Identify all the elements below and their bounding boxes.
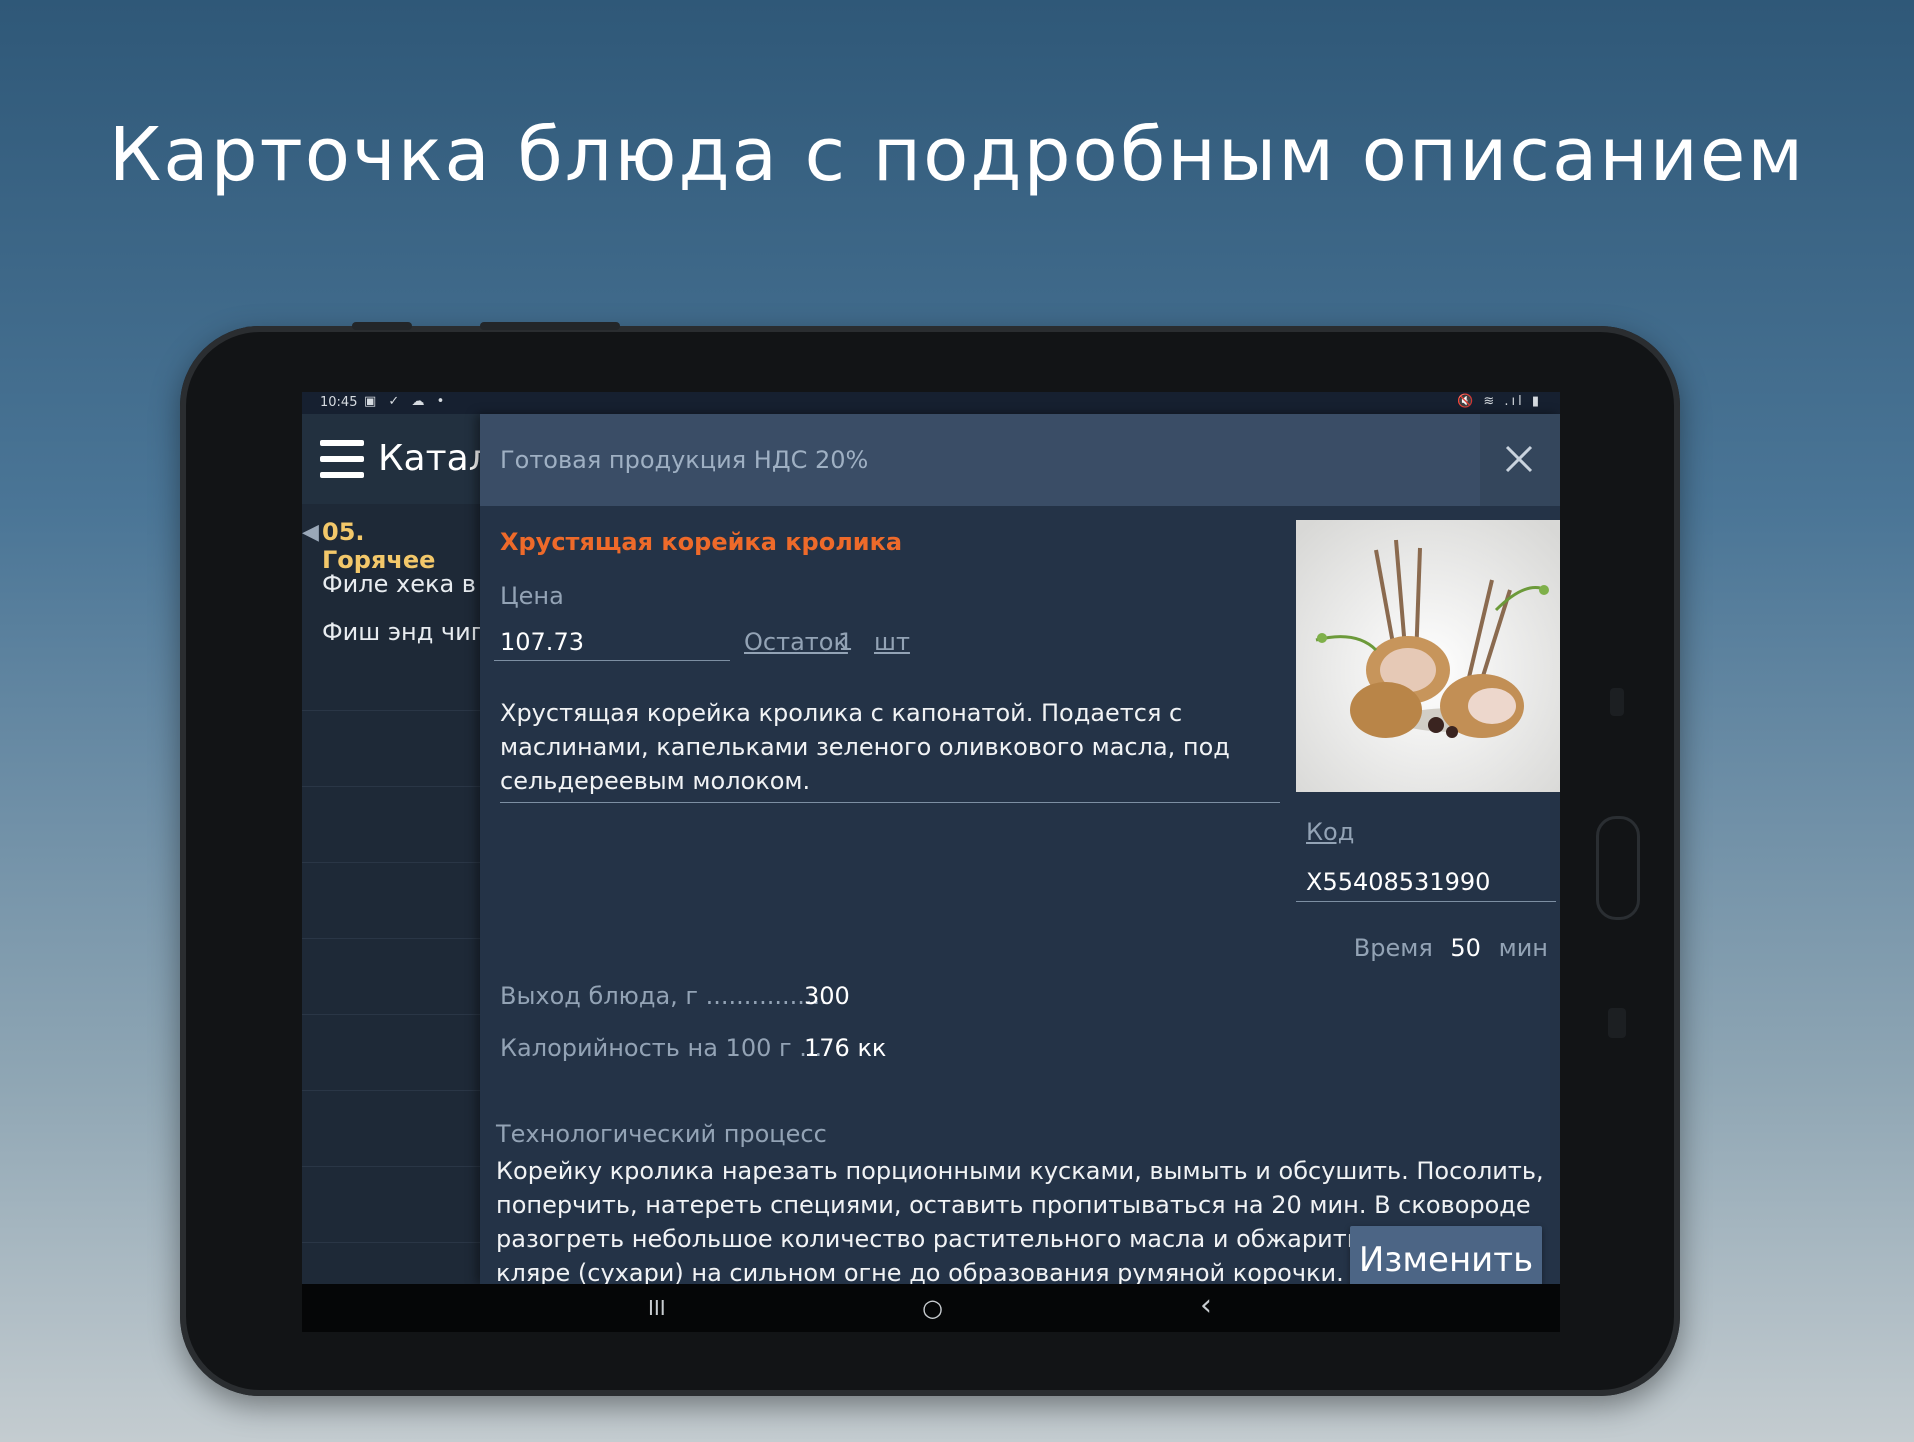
home-icon[interactable]: ○: [922, 1294, 943, 1322]
row-divider: [302, 710, 480, 711]
list-item[interactable]: Фиш энд чипс: [322, 618, 500, 646]
page-headline: Карточка блюда с подробным описанием: [108, 112, 1806, 198]
product-name: Хрустящая корейка кролика: [500, 528, 903, 556]
row-divider: [302, 1014, 480, 1015]
calorie-label: Калорийность на 100 г ...: [500, 1034, 823, 1062]
stock-unit[interactable]: шт: [874, 628, 910, 656]
status-bar: 10:45 ▣ ✓ ☁ • 🔇 ≋ .ıl ▮: [302, 392, 1560, 414]
dish-photo: [1296, 520, 1560, 792]
code-field[interactable]: X55408531990: [1296, 862, 1556, 902]
cooking-time: Время 50 мин: [1354, 934, 1548, 962]
tablet-screen: 10:45 ▣ ✓ ☁ • 🔇 ≋ .ıl ▮ Каталог ◀ 05. Го…: [302, 392, 1560, 1332]
description-field[interactable]: Хрустящая корейка кролика с капонатой. П…: [500, 696, 1280, 803]
dish-image: [1296, 520, 1560, 792]
status-time: 10:45: [320, 395, 358, 410]
system-nav-bar: III ○ ‹: [302, 1284, 1560, 1332]
row-divider: [302, 1166, 480, 1167]
row-divider: [302, 786, 480, 787]
hardware-home-key: [1596, 816, 1640, 920]
time-value: 50: [1450, 934, 1481, 962]
status-system-icons: 🔇 ≋ .ıl ▮: [1457, 394, 1542, 409]
process-title: Технологический процесс: [496, 1120, 827, 1148]
dialog-title: Готовая продукция НДС 20%: [500, 446, 869, 474]
stock-label[interactable]: Остаток: [744, 628, 848, 656]
yield-value: 300: [804, 982, 850, 1010]
hardware-recents-key: [1608, 1008, 1626, 1038]
hardware-back-key: [1610, 688, 1624, 716]
row-divider: [302, 1090, 480, 1091]
calorie-value: 176 кк: [804, 1034, 887, 1062]
status-notification-icons: ▣ ✓ ☁ •: [364, 394, 449, 409]
price-field[interactable]: 107.73: [494, 624, 730, 661]
recents-icon[interactable]: III: [648, 1296, 666, 1320]
yield-label: Выход блюда, г ................: [500, 982, 828, 1010]
dialog-header: Готовая продукция НДС 20%: [480, 414, 1560, 506]
volume-button: [352, 322, 412, 330]
row-divider: [302, 1242, 480, 1243]
close-button[interactable]: [1480, 414, 1560, 506]
calorie-row: Калорийность на 100 г ... 176 кк: [500, 1034, 1100, 1062]
stock-value: 1: [838, 628, 854, 656]
row-divider: [302, 862, 480, 863]
category-list: ◀ 05. Горячее Филе хека в кляре Фиш энд …: [302, 504, 558, 1284]
price-label: Цена: [500, 582, 564, 610]
back-nav-icon[interactable]: ‹: [1200, 1288, 1212, 1323]
close-icon: [1505, 445, 1533, 473]
product-card-dialog: Готовая продукция НДС 20% Хрустящая коре…: [480, 414, 1560, 1284]
code-label[interactable]: Код: [1306, 818, 1354, 846]
edit-button[interactable]: Изменить: [1350, 1226, 1542, 1284]
menu-icon[interactable]: [320, 440, 364, 480]
time-unit: мин: [1498, 934, 1548, 962]
time-label: Время: [1353, 934, 1433, 962]
power-button: [480, 322, 620, 330]
category-group-title[interactable]: 05. Горячее: [322, 518, 480, 574]
back-icon[interactable]: ◀: [302, 520, 319, 545]
yield-row: Выход блюда, г ................ 300: [500, 982, 1100, 1010]
row-divider: [302, 938, 480, 939]
